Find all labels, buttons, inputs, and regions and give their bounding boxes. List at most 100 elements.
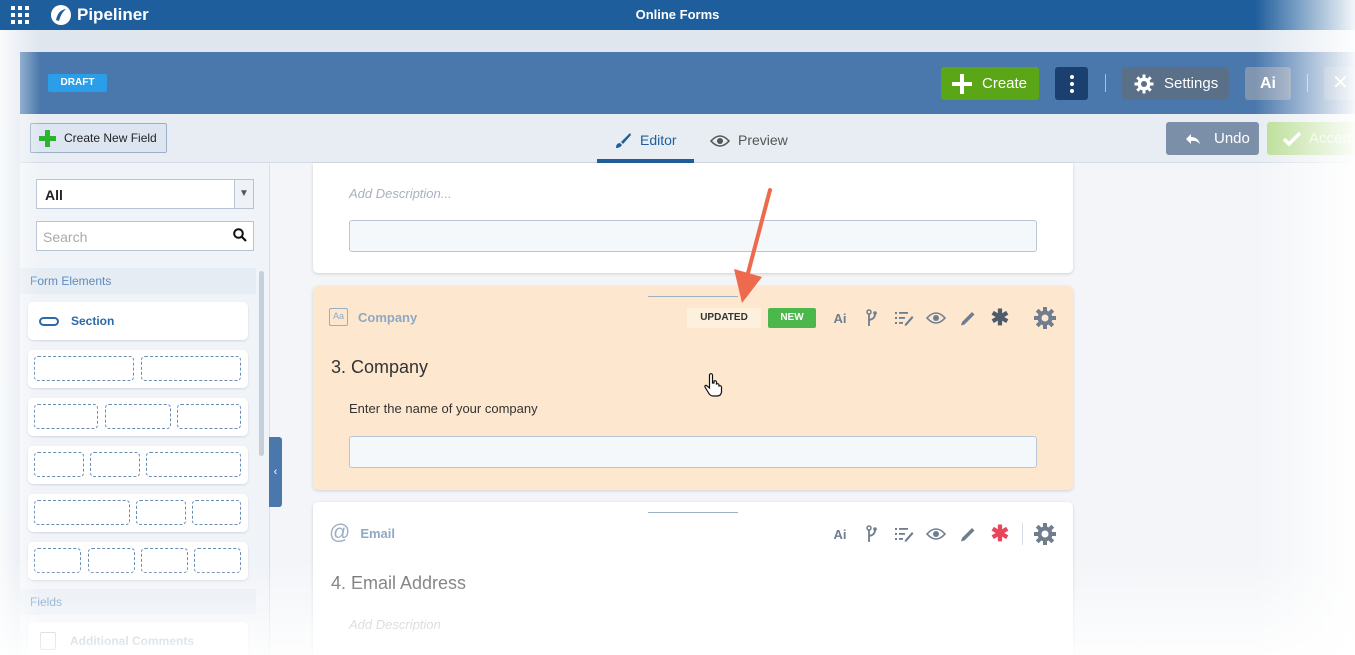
section-element[interactable]: Section [28, 302, 248, 340]
search-placeholder: Search [43, 229, 88, 245]
fields-heading: Fields [20, 589, 256, 615]
edit-list-icon[interactable] [888, 306, 920, 330]
question-description[interactable]: Enter the name of your company [349, 401, 538, 416]
drag-handle[interactable] [648, 512, 738, 513]
layout-slot [146, 452, 241, 477]
visibility-eye-icon[interactable] [920, 522, 952, 546]
question-title[interactable]: 4. Email Address [331, 573, 466, 594]
more-dot [1069, 74, 1074, 79]
create-new-field-button[interactable]: Create New Field [30, 123, 167, 153]
add-description-placeholder[interactable]: Add Description... [349, 186, 452, 201]
layout-slot [141, 356, 241, 381]
layout-two-columns[interactable] [28, 350, 248, 388]
header-divider [1307, 74, 1308, 92]
new-badge: NEW [768, 308, 816, 328]
undo-label: Undo [1214, 130, 1250, 147]
gear-icon [1134, 74, 1154, 93]
field-type-label: @ Email [329, 521, 396, 544]
layout-slot [34, 404, 98, 429]
layout-four-columns[interactable] [28, 542, 248, 580]
layout-slot [141, 548, 188, 573]
settings-button[interactable]: Settings [1122, 67, 1229, 100]
form-elements-heading: Form Elements [20, 268, 256, 294]
create-new-field-label: Create New Field [64, 131, 157, 145]
company-question-card[interactable]: Aa Company UPDATED NEW Ai ✱ 3. Company E… [313, 286, 1073, 490]
chevron-down-icon[interactable]: ▼ [234, 180, 253, 208]
search-icon[interactable] [233, 228, 247, 242]
accept-button[interactable]: Accept [1267, 122, 1355, 155]
field-library-panel: All ▼ Search Form Elements Section Field… [20, 163, 270, 655]
logic-branch-icon[interactable] [856, 306, 888, 330]
layout-slot [177, 404, 241, 429]
section-element-label: Section [71, 314, 115, 328]
close-button[interactable]: ✕ [1324, 67, 1355, 100]
status-badge: DRAFT [48, 74, 107, 92]
more-dot [1069, 88, 1074, 93]
search-input[interactable]: Search [36, 221, 254, 251]
tab-preview[interactable]: Preview [710, 132, 800, 163]
field-item[interactable]: Additional Comments [28, 622, 248, 655]
element-filter-select[interactable]: All ▼ [36, 179, 254, 209]
layout-slot [34, 356, 134, 381]
ai-tool-icon[interactable]: Ai [824, 306, 856, 330]
card-tools: Ai ✱ [824, 305, 1016, 330]
app-title: Online Forms [635, 7, 720, 22]
layout-slot [194, 548, 241, 573]
eye-icon [710, 135, 730, 147]
hand-cursor-icon [704, 373, 723, 397]
text-field-icon [40, 632, 56, 650]
required-asterisk-icon[interactable]: ✱ [984, 521, 1016, 546]
tools-divider [1022, 523, 1023, 545]
create-button[interactable]: Create [941, 67, 1039, 100]
tab-editor[interactable]: Editor [597, 132, 694, 163]
email-question-card[interactable]: @ Email Ai ✱ 4. Email Address Add Descri… [313, 502, 1073, 655]
question-title[interactable]: 3. Company [331, 357, 428, 378]
field-type-name: Company [358, 309, 418, 325]
at-sign-icon: @ [329, 521, 351, 544]
form-editor-modal: DRAFT Create Settings Ai ✕ Create New Fi… [20, 52, 1355, 655]
question-card[interactable]: Add Description... [313, 163, 1073, 273]
answer-input-preview [349, 220, 1037, 252]
modal-header: DRAFT Create Settings Ai ✕ [20, 52, 1355, 114]
annotation-arrow [734, 188, 772, 303]
undo-button[interactable]: Undo [1166, 122, 1259, 155]
app-topbar: Pipeliner Online Forms [0, 0, 1355, 30]
field-type-label: Aa Company [329, 308, 417, 326]
gear-icon[interactable] [1033, 306, 1057, 330]
settings-button-label: Settings [1164, 75, 1219, 92]
pencil-icon[interactable] [952, 306, 984, 330]
layout-slot [136, 500, 186, 525]
pencil-icon[interactable] [952, 522, 984, 546]
field-type-name: Email [360, 525, 396, 541]
layout-slot [34, 500, 130, 525]
layout-slot [90, 452, 140, 477]
layout-2-1-1-columns[interactable] [28, 494, 248, 532]
gear-icon[interactable] [1033, 522, 1057, 546]
create-button-label: Create [982, 75, 1028, 92]
filter-value: All [45, 187, 63, 203]
layout-three-columns[interactable] [28, 398, 248, 436]
answer-input-preview [349, 436, 1037, 468]
layout-slot [105, 404, 171, 429]
undo-icon [1186, 133, 1200, 144]
text-type-icon: Aa [329, 308, 348, 326]
collapse-panel-button[interactable]: ‹ [269, 437, 282, 507]
add-description-placeholder[interactable]: Add Description [349, 617, 441, 632]
panel-scrollbar[interactable] [259, 271, 264, 456]
more-options-button[interactable] [1055, 67, 1088, 100]
editor-toolbar: Create New Field Editor Preview Undo Acc… [20, 114, 1355, 163]
checkmark-icon [1283, 131, 1301, 146]
visibility-eye-icon[interactable] [920, 306, 952, 330]
accept-label: Accept [1309, 130, 1355, 147]
green-plus-icon [39, 129, 56, 147]
edit-list-icon[interactable] [888, 522, 920, 546]
layout-slot [192, 500, 241, 525]
required-asterisk-icon[interactable]: ✱ [984, 305, 1016, 330]
tab-preview-label: Preview [738, 132, 788, 148]
more-dot [1069, 81, 1074, 86]
ai-tool-icon[interactable]: Ai [824, 522, 856, 546]
ai-button[interactable]: Ai [1245, 67, 1291, 100]
section-icon [39, 316, 59, 326]
layout-1-1-2-columns[interactable] [28, 446, 248, 484]
logic-branch-icon[interactable] [856, 522, 888, 546]
